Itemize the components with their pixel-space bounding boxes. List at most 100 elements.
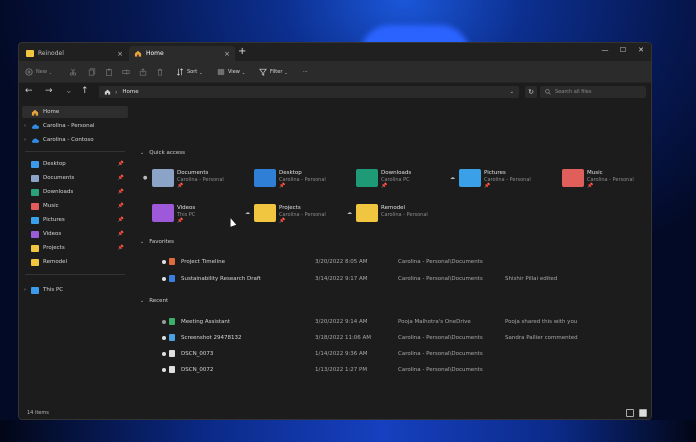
- favorites-row[interactable]: Sustainability Research Draft 3/14/2022 …: [162, 272, 642, 286]
- tab-home[interactable]: Home ×: [129, 46, 235, 61]
- recent-row[interactable]: DSCN_0072 1/13/2022 1:27 PM Carolina - P…: [162, 363, 642, 377]
- sidebar-item-downloads[interactable]: Downloads 📌: [22, 186, 128, 198]
- paste-button[interactable]: [105, 66, 113, 78]
- sort-button[interactable]: Sort ⌄: [176, 66, 203, 78]
- delete-button[interactable]: [156, 66, 164, 78]
- sidebar-item-videos[interactable]: Videos 📌: [22, 228, 128, 240]
- sidebar-item-label: Projects: [43, 245, 65, 251]
- pin-icon[interactable]: 📌: [118, 189, 124, 195]
- history-chevron-icon[interactable]: ⌄: [65, 86, 73, 96]
- pin-icon[interactable]: 📌: [118, 245, 124, 251]
- sidebar-item-desktop[interactable]: Desktop 📌: [22, 158, 128, 170]
- file-location: Carolina - Personal\Documents: [398, 276, 483, 282]
- sidebar-item-home[interactable]: Home: [22, 106, 128, 118]
- maximize-button[interactable]: ☐: [615, 46, 631, 54]
- more-options-button[interactable]: ···: [303, 66, 308, 78]
- documents-folder-icon: [152, 169, 174, 187]
- cut-button[interactable]: [69, 66, 77, 78]
- chevron-down-icon: ⌄: [140, 298, 145, 304]
- sidebar-item-remodel[interactable]: Remodel: [22, 256, 128, 268]
- recent-row[interactable]: DSCN_0073 1/14/2022 9:36 AM Carolina - P…: [162, 347, 642, 361]
- sidebar-item-label: Music: [43, 203, 59, 209]
- plus-circle-icon: [25, 68, 33, 76]
- favorites-header[interactable]: ⌄ Favorites: [140, 239, 174, 245]
- pin-icon: 📌: [484, 183, 491, 189]
- minimize-button[interactable]: —: [597, 46, 613, 54]
- sidebar-item-pictures[interactable]: Pictures 📌: [22, 214, 128, 226]
- new-tab-button[interactable]: +: [238, 46, 246, 57]
- recent-row[interactable]: Screenshot 29478132 3/18/2022 11:06 AM C…: [162, 331, 642, 345]
- recent-row[interactable]: Meeting Assistant 3/20/2022 9:14 AM Pooj…: [162, 315, 642, 329]
- breadcrumb-home[interactable]: Home: [122, 89, 138, 95]
- quick-access-header[interactable]: ⌄ Quick access: [140, 150, 185, 156]
- pin-icon[interactable]: 📌: [118, 161, 124, 167]
- chevron-down-icon[interactable]: ⌄: [510, 89, 514, 95]
- quick-access-pictures[interactable]: ☁ Pictures Carolina - Personal 📌: [450, 166, 559, 192]
- refresh-button[interactable]: ↻: [525, 86, 537, 98]
- details-view-icon[interactable]: [626, 409, 634, 417]
- quick-access-projects[interactable]: ☁ Projects Carolina - Personal 📌: [245, 201, 354, 227]
- sidebar-item-documents[interactable]: Documents 📌: [22, 172, 128, 184]
- item-name: Projects: [279, 205, 301, 211]
- quick-access-downloads[interactable]: Downloads Carolina PC 📌: [356, 166, 456, 192]
- favorites-row[interactable]: Project Timeline 3/20/2022 8:05 AM Carol…: [162, 255, 642, 269]
- pin-icon[interactable]: 📌: [118, 217, 124, 223]
- sidebar-divider: [25, 274, 125, 275]
- quick-access-desktop[interactable]: Desktop Carolina - Personal 📌: [254, 166, 354, 192]
- pin-icon[interactable]: 📌: [118, 231, 124, 237]
- close-window-button[interactable]: ✕: [633, 46, 649, 54]
- up-button[interactable]: ↑: [81, 86, 89, 96]
- file-name: Screenshot 29478132: [181, 335, 242, 341]
- videos-folder-icon: [152, 204, 174, 222]
- chevron-right-icon[interactable]: ›: [22, 287, 28, 293]
- sidebar-item-carolina-contoso[interactable]: › Carolina - Contoso: [22, 134, 128, 146]
- close-icon[interactable]: ×: [224, 50, 230, 58]
- section-title: Recent: [149, 298, 169, 304]
- file-location: Carolina - Personal\Documents: [398, 335, 483, 341]
- sidebar-item-carolina-personal[interactable]: › Carolina - Personal: [22, 120, 128, 132]
- status-bar: 14 items: [19, 405, 651, 419]
- address-row: ← → ⌄ ↑ › Home ⌄ ↻ Search all files: [19, 83, 651, 102]
- file-icon: [169, 318, 175, 325]
- file-activity: Sandra Pallier commented: [505, 335, 578, 341]
- sidebar-item-projects[interactable]: Projects 📌: [22, 242, 128, 254]
- recent-header[interactable]: ⌄ Recent: [140, 298, 168, 304]
- chevron-right-icon[interactable]: ›: [22, 137, 28, 143]
- filter-button[interactable]: Filter ⌄: [259, 66, 288, 78]
- title-bar: Reinodel × Home × + — ☐ ✕: [19, 43, 651, 61]
- sidebar-item-this-pc[interactable]: › This PC: [22, 284, 128, 296]
- cloud-icon: [31, 137, 39, 143]
- file-location: Pooja Malhotra's OneDrive: [398, 319, 471, 325]
- rename-button[interactable]: [122, 66, 130, 78]
- forward-button[interactable]: →: [45, 86, 53, 96]
- copy-button[interactable]: [88, 66, 96, 78]
- item-name: Documents: [177, 170, 209, 176]
- item-name: Remodel: [381, 205, 406, 211]
- tiles-view-icon[interactable]: [639, 409, 647, 417]
- view-icon: [217, 69, 225, 75]
- share-button[interactable]: [139, 66, 147, 78]
- search-input[interactable]: Search all files: [540, 86, 646, 98]
- quick-access-documents[interactable]: ● Documents Carolina - Personal 📌: [143, 166, 252, 192]
- quick-access-remodel[interactable]: ☁ Remodel Carolina - Personal: [347, 201, 456, 227]
- view-button[interactable]: View ⌄: [217, 66, 245, 78]
- sidebar-item-music[interactable]: Music 📌: [22, 200, 128, 212]
- pin-icon[interactable]: 📌: [118, 203, 124, 209]
- close-icon[interactable]: ×: [117, 50, 123, 58]
- quick-access-music[interactable]: Music Carolina - Personal 📌: [562, 166, 651, 192]
- chevron-down-icon: ⌄: [48, 69, 53, 75]
- sidebar-item-label: Documents: [43, 175, 75, 181]
- remodel-folder-icon: [356, 204, 378, 222]
- tab-remodel[interactable]: Reinodel ×: [21, 46, 128, 61]
- music-icon: [31, 202, 39, 210]
- projects-folder-icon: [254, 204, 276, 222]
- new-button[interactable]: New ⌄: [25, 66, 52, 78]
- address-bar[interactable]: › Home ⌄: [99, 86, 519, 98]
- cloud-status-icon: [162, 320, 166, 324]
- back-button[interactable]: ←: [25, 86, 33, 96]
- quick-access-videos[interactable]: Videos This PC 📌: [152, 201, 252, 227]
- section-title: Quick access: [149, 150, 186, 156]
- item-location: Carolina - Personal: [484, 177, 531, 183]
- chevron-right-icon[interactable]: ›: [22, 123, 28, 129]
- pin-icon[interactable]: 📌: [118, 175, 124, 181]
